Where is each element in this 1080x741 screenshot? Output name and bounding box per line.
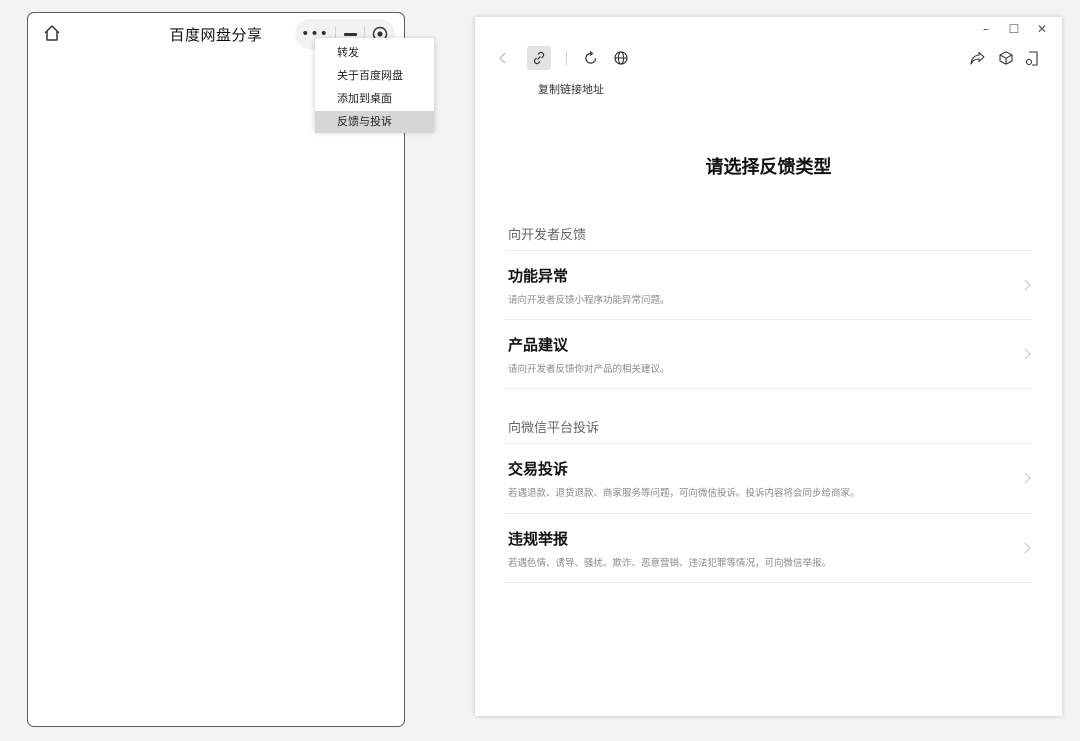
section-label-developer: 向开发者反馈 [508, 228, 587, 243]
divider [505, 582, 1032, 583]
feedback-item-product-suggestion[interactable]: 产品建议 请向开发者反馈你对产品的相关建议。 [505, 320, 1032, 388]
document-button[interactable] [1020, 46, 1044, 70]
section-label-wechat: 向微信平台投诉 [508, 421, 600, 436]
menu-item-add-to-desktop[interactable]: 添加到桌面 [315, 88, 434, 110]
back-button[interactable] [491, 46, 515, 70]
document-icon [1025, 50, 1038, 66]
chevron-right-icon [1024, 542, 1031, 554]
feedback-item-violation-report[interactable]: 违规举报 若遇色情、诱导、骚扰、欺诈、恶意营销、违法犯罪等情况，可向微信举报。 [505, 514, 1032, 582]
refresh-icon [585, 51, 597, 64]
mini-program-button[interactable] [994, 46, 1018, 70]
copy-link-tooltip: 复制链接地址 [538, 83, 604, 96]
refresh-button[interactable] [579, 46, 603, 70]
feedback-item-transaction-complaint[interactable]: 交易投诉 若遇退款、退货退款、商家服务等问题，可向微信投诉。投诉内容将会同步给商… [505, 444, 1032, 512]
item-title: 违规举报 [508, 530, 569, 548]
divider [505, 388, 1032, 389]
menu-item-about[interactable]: 关于百度网盘 [315, 65, 434, 87]
chevron-right-icon [1024, 472, 1031, 484]
copy-link-button[interactable] [527, 46, 551, 70]
share-button[interactable] [965, 46, 989, 70]
toolbar-divider [566, 51, 567, 65]
minimize-icon [343, 32, 357, 36]
item-title: 交易投诉 [508, 460, 569, 478]
cube-icon [999, 51, 1013, 65]
feedback-item-function-error[interactable]: 功能异常 请向开发者反馈小程序功能异常问题。 [505, 251, 1032, 319]
item-description: 若遇退款、退货退款、商家服务等问题，可向微信投诉。投诉内容将会同步给商家。 [508, 488, 860, 499]
menu-item-forward[interactable]: 转发 [315, 42, 434, 64]
window-minimize-button[interactable]: – [974, 19, 998, 39]
back-arrow-icon [499, 52, 506, 64]
feedback-window: – ☐ ✕ 复制链接地址 请选择反馈类型 向开发者反馈 功能异常 请向开发者反馈… [475, 17, 1062, 716]
globe-icon [614, 51, 628, 65]
item-title: 功能异常 [508, 267, 569, 285]
menu-item-feedback[interactable]: 反馈与投诉 [315, 111, 434, 133]
more-dropdown-menu: 转发 关于百度网盘 添加到桌面 反馈与投诉 [315, 38, 434, 133]
item-description: 请向开发者反馈你对产品的相关建议。 [508, 364, 670, 375]
chevron-right-icon [1024, 279, 1031, 291]
item-title: 产品建议 [508, 336, 569, 354]
window-maximize-button[interactable]: ☐ [1002, 19, 1026, 39]
page-title: 请选择反馈类型 [705, 157, 832, 178]
item-description: 若遇色情、诱导、骚扰、欺诈、恶意营销、违法犯罪等情况，可向微信举报。 [508, 558, 832, 569]
window-close-button[interactable]: ✕ [1030, 19, 1054, 39]
chevron-right-icon [1024, 348, 1031, 360]
item-description: 请向开发者反馈小程序功能异常问题。 [508, 295, 670, 306]
share-icon [969, 51, 985, 65]
open-in-browser-button[interactable] [609, 46, 633, 70]
link-icon [533, 51, 545, 65]
